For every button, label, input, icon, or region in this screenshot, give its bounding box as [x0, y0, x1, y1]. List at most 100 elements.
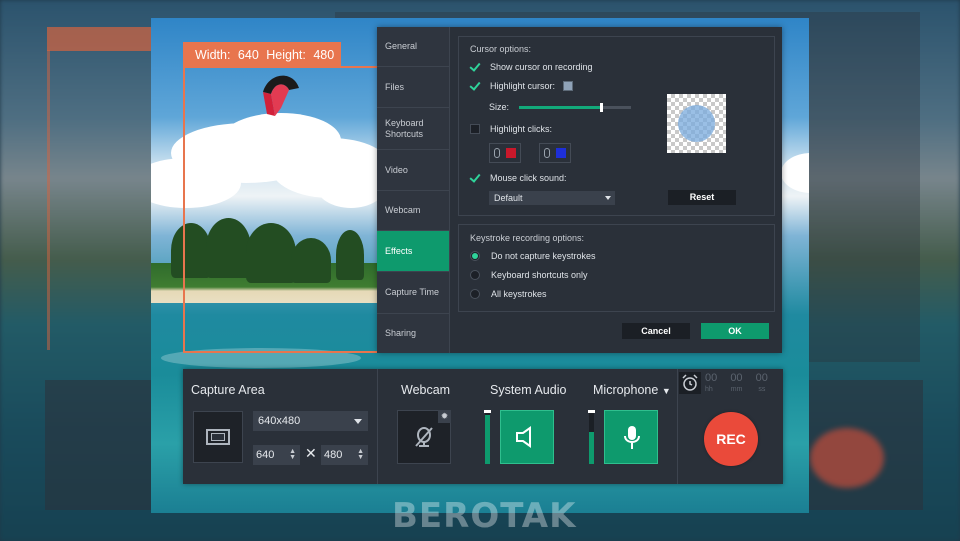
nav-item-keyboard-shortcuts[interactable]: Keyboard Shortcuts [377, 108, 449, 150]
capture-area-icon [206, 429, 230, 445]
background-frame-ghost [47, 50, 50, 350]
cloud [781, 153, 809, 193]
click-sound-select[interactable]: Default [489, 191, 615, 205]
show-cursor-label: Show cursor on recording [490, 62, 593, 72]
width-stepper-icon[interactable]: ▲ ▼ [289, 448, 296, 461]
left-mouse-icon [494, 148, 500, 158]
right-click-color-swatch[interactable] [556, 148, 566, 158]
nav-item-webcam[interactable]: Webcam [377, 191, 449, 231]
speaker-icon [516, 426, 531, 448]
section-divider [677, 369, 678, 484]
alarm-clock-icon [682, 374, 698, 391]
size-slider[interactable] [519, 103, 631, 112]
right-click-color-picker[interactable] [539, 143, 571, 163]
timer-minutes: 00 [730, 372, 743, 384]
nav-item-files[interactable]: Files [377, 67, 449, 108]
cursor-options-group: Cursor options: Show cursor on recording… [458, 36, 775, 216]
size-label: Size: [489, 102, 510, 112]
webcam-off-icon [415, 427, 433, 447]
recording-control-bar: Capture Area 640x480 640 ▲ ▼ ✕ 480 ▲ ▼ Web… [183, 369, 783, 484]
mouse-click-sound-checkbox[interactable] [470, 173, 480, 183]
nav-item-video[interactable]: Video [377, 150, 449, 191]
size-slider-knob[interactable] [599, 103, 603, 112]
left-click-color-swatch[interactable] [506, 148, 516, 158]
right-mouse-icon [544, 148, 550, 158]
webcam-title: Webcam [401, 383, 451, 397]
cursor-options-title: Cursor options: [470, 44, 532, 54]
show-cursor-option[interactable]: Show cursor on recording [470, 62, 593, 72]
mouse-click-sound-label: Mouse click sound: [490, 173, 567, 183]
timer-hours: 00 [705, 372, 718, 384]
microphone-title-label: Microphone [593, 383, 659, 397]
microphone-icon [624, 426, 640, 449]
background-rec-ghost [810, 428, 884, 488]
show-cursor-checkbox[interactable] [470, 62, 480, 72]
cancel-button[interactable]: Cancel [622, 323, 690, 339]
capture-preset-dropdown[interactable]: 640x480 [253, 411, 368, 431]
keystroke-option-shortcuts[interactable]: Keyboard shortcuts only [470, 270, 588, 280]
radio-all-keystrokes[interactable] [470, 289, 480, 299]
capture-preset-value: 640x480 [258, 415, 301, 427]
keystroke-option-none[interactable]: Do not capture keystrokes [470, 251, 596, 261]
section-divider [377, 369, 378, 484]
highlight-clicks-checkbox[interactable] [470, 124, 480, 134]
mouse-click-sound-option[interactable]: Mouse click sound: [470, 173, 567, 183]
highlight-cursor-checkbox[interactable] [470, 81, 480, 91]
capture-frame[interactable] [183, 66, 377, 353]
system-audio-level-meter [484, 410, 491, 464]
timer-unit-minutes: mm [730, 386, 743, 393]
level-peak-marker [484, 410, 491, 413]
timer-unit-hours: hh [705, 386, 713, 393]
nav-item-general[interactable]: General [377, 27, 449, 67]
chevron-down-icon [605, 196, 611, 200]
capture-area-title: Capture Area [191, 383, 265, 397]
size-slider-fill [519, 106, 600, 109]
height-stepper-icon[interactable]: ▲ ▼ [357, 448, 364, 461]
background-panel-ghost-left [45, 380, 155, 510]
webcam-toggle-button[interactable]: ✹ [397, 410, 451, 464]
highlight-preview-circle [678, 105, 715, 142]
timer-unit-seconds: ss [758, 386, 766, 393]
times-separator: ✕ [305, 445, 317, 461]
radio-do-not-capture[interactable] [470, 251, 480, 261]
settings-dialog: General Files Keyboard Shortcuts Video W… [377, 27, 782, 353]
microphone-title[interactable]: Microphone ▼ [593, 383, 671, 397]
keystroke-option-label: Keyboard shortcuts only [491, 270, 588, 280]
capture-width-input[interactable]: 640 ▲ ▼ [253, 445, 300, 465]
highlight-color-swatch[interactable] [563, 81, 574, 91]
capture-height-input[interactable]: 480 ▲ ▼ [321, 445, 368, 465]
height-value: 480 [313, 48, 335, 62]
nav-item-effects[interactable]: Effects [377, 231, 449, 272]
gear-icon[interactable]: ✹ [438, 410, 451, 423]
rec-button[interactable]: REC [704, 412, 758, 466]
timer-units: hh mm ss [705, 386, 765, 393]
timer-button[interactable] [679, 372, 701, 394]
background-label-ghost [47, 27, 155, 51]
select-capture-area-button[interactable] [193, 411, 243, 463]
keystroke-option-all[interactable]: All keystrokes [470, 289, 547, 299]
timer-seconds: 00 [755, 372, 768, 384]
cursor-highlight-preview [667, 94, 726, 153]
chevron-down-icon [354, 419, 362, 424]
chevron-down-icon[interactable]: ▼ [662, 386, 671, 396]
width-value: 640 [237, 48, 259, 62]
settings-nav: General Files Keyboard Shortcuts Video W… [377, 27, 450, 353]
keystroke-options-title: Keystroke recording options: [470, 233, 585, 243]
microphone-toggle-button[interactable] [604, 410, 658, 464]
keystroke-options-group: Keystroke recording options: Do not capt… [458, 224, 775, 312]
system-audio-toggle-button[interactable] [500, 410, 554, 464]
capture-height-value: 480 [324, 449, 343, 461]
watermark-logo: BEROTAK [392, 496, 577, 536]
nav-item-capture-time[interactable]: Capture Time [377, 272, 449, 314]
highlight-cursor-option[interactable]: Highlight cursor: [470, 81, 574, 91]
reset-button[interactable]: Reset [668, 190, 736, 205]
ok-button[interactable]: OK [701, 323, 769, 339]
nav-item-sharing[interactable]: Sharing [377, 314, 449, 353]
left-click-color-picker[interactable] [489, 143, 521, 163]
capture-frame-bottom-edge[interactable] [183, 351, 377, 353]
radio-shortcuts-only[interactable] [470, 270, 480, 280]
highlight-cursor-label: Highlight cursor: [490, 81, 556, 91]
capture-width-value: 640 [256, 449, 275, 461]
highlight-clicks-option[interactable]: Highlight clicks: [470, 124, 552, 134]
keystroke-option-label: All keystrokes [491, 289, 547, 299]
